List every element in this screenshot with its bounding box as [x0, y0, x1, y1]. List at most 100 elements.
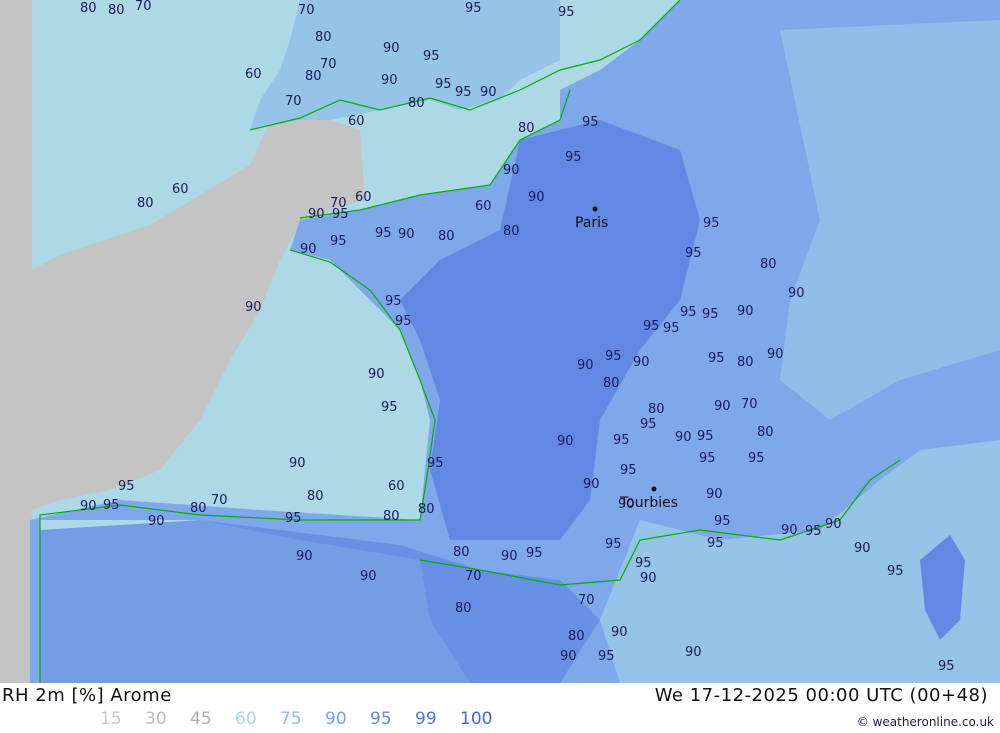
contour-label: 95: [805, 524, 822, 539]
contour-label: 95: [605, 537, 622, 552]
legend-item: 100: [460, 709, 493, 729]
legend-item: 15: [100, 709, 122, 729]
contour-label: 70: [135, 0, 152, 14]
legend-item: 45: [190, 709, 212, 729]
contour-label: 90: [480, 85, 497, 100]
legend-item: 30: [145, 709, 167, 729]
contour-label: 95: [613, 433, 630, 448]
contour-label: 95: [703, 216, 720, 231]
contour-label: 80: [438, 229, 455, 244]
contour-label: 90: [245, 300, 262, 315]
footer: RH 2m [%] Arome We 17-12-2025 00:00 UTC …: [0, 683, 1000, 733]
contour-label: 95: [427, 456, 444, 471]
contour-label: 90: [296, 549, 313, 564]
map-title: RH 2m [%] Arome: [2, 685, 172, 706]
contour-label: 70: [211, 493, 228, 508]
rh-map: 80 80 70 70 95 9590806070809590 9595 9080607080…: [0, 0, 1000, 683]
contour-label: 90: [825, 517, 842, 532]
contour-label: 90: [560, 649, 577, 664]
contour-label: 90: [611, 625, 628, 640]
contour-label: 90: [80, 499, 97, 514]
legend-item: 60: [235, 709, 257, 729]
contour-label: 95: [748, 451, 765, 466]
contour-label: 70: [285, 94, 302, 109]
contour-label: 90: [706, 487, 723, 502]
contour-label: 95: [455, 85, 472, 100]
contour-label: 90: [148, 514, 165, 529]
legend-item: 90: [325, 709, 347, 729]
contour-label: 95: [707, 536, 724, 551]
contour-label: 95: [640, 417, 657, 432]
contour-label: 90: [854, 541, 871, 556]
contour-label: 95: [332, 207, 349, 222]
color-legend: 15 30 45 60 75 90 95 99 100: [100, 709, 505, 729]
contour-label: 90: [633, 355, 650, 370]
contour-label: 60: [348, 114, 365, 129]
contour-label: 95: [697, 429, 714, 444]
contour-label: 80: [137, 196, 154, 211]
contour-label: 95: [708, 351, 725, 366]
contour-label: 70: [298, 3, 315, 18]
contour-label: 60: [245, 67, 262, 82]
contour-label: 95: [620, 463, 637, 478]
contour-label: 95: [565, 150, 582, 165]
contour-label: 80: [408, 96, 425, 111]
contour-label: 90: [767, 347, 784, 362]
contour-label: 80: [315, 30, 332, 45]
contour-label: 80: [383, 509, 400, 524]
contour-label: 95: [385, 294, 402, 309]
contour-label: 80: [737, 355, 754, 370]
contour-label: 80: [305, 69, 322, 84]
contour-label: 95: [699, 451, 716, 466]
contour-label: 95: [558, 5, 575, 20]
contour-label: 95: [285, 511, 302, 526]
contour-label: 80: [108, 3, 125, 18]
contour-label: 90: [557, 434, 574, 449]
contour-label: 90: [528, 190, 545, 205]
contour-label: 95: [465, 1, 482, 16]
contour-label: 95: [887, 564, 904, 579]
contour-label: 80: [307, 489, 324, 504]
contour-label: 90: [501, 549, 518, 564]
contour-label: 70: [741, 397, 758, 412]
contour-label: 95: [938, 659, 955, 674]
contour-label: 95: [635, 556, 652, 571]
contour-label: 90: [675, 430, 692, 445]
contour-label: 95: [680, 305, 697, 320]
contour-label: 80: [603, 376, 620, 391]
contour-label: 60: [475, 199, 492, 214]
contour-label: 90: [383, 41, 400, 56]
contour-label: 95: [714, 514, 731, 529]
contour-label: 70: [578, 593, 595, 608]
contour-label: 60: [355, 190, 372, 205]
credit-link[interactable]: © weatheronline.co.uk: [857, 715, 994, 729]
contour-label: 80: [418, 502, 435, 517]
contour-label: 95: [526, 546, 543, 561]
contour-label: 95: [381, 400, 398, 415]
valid-time: We 17-12-2025 00:00 UTC (00+48): [654, 685, 988, 706]
contour-label: 90: [398, 227, 415, 242]
contour-label: 60: [388, 479, 405, 494]
contour-label: 90: [788, 286, 805, 301]
contour-label: 95: [663, 321, 680, 336]
contour-label: 95: [395, 314, 412, 329]
contour-label: 80: [190, 501, 207, 516]
contour-label: 95: [423, 49, 440, 64]
contour-label: 80: [568, 629, 585, 644]
city-label: Tourbies: [619, 495, 678, 511]
no-data-strip: [0, 0, 32, 683]
city-label: Paris: [575, 215, 608, 231]
contour-label: 90: [308, 207, 325, 222]
contour-label: 95: [375, 226, 392, 241]
contour-label: 60: [172, 182, 189, 197]
contour-label: 90: [577, 358, 594, 373]
contour-label: 80: [503, 224, 520, 239]
contour-label: 80: [80, 1, 97, 16]
contour-label: 95: [643, 319, 660, 334]
contour-label: 95: [685, 246, 702, 261]
contour-label: 80: [760, 257, 777, 272]
contour-label: 90: [503, 163, 520, 178]
contour-label: 80: [518, 121, 535, 136]
contour-label: 90: [360, 569, 377, 584]
contour-label: 70: [320, 57, 337, 72]
